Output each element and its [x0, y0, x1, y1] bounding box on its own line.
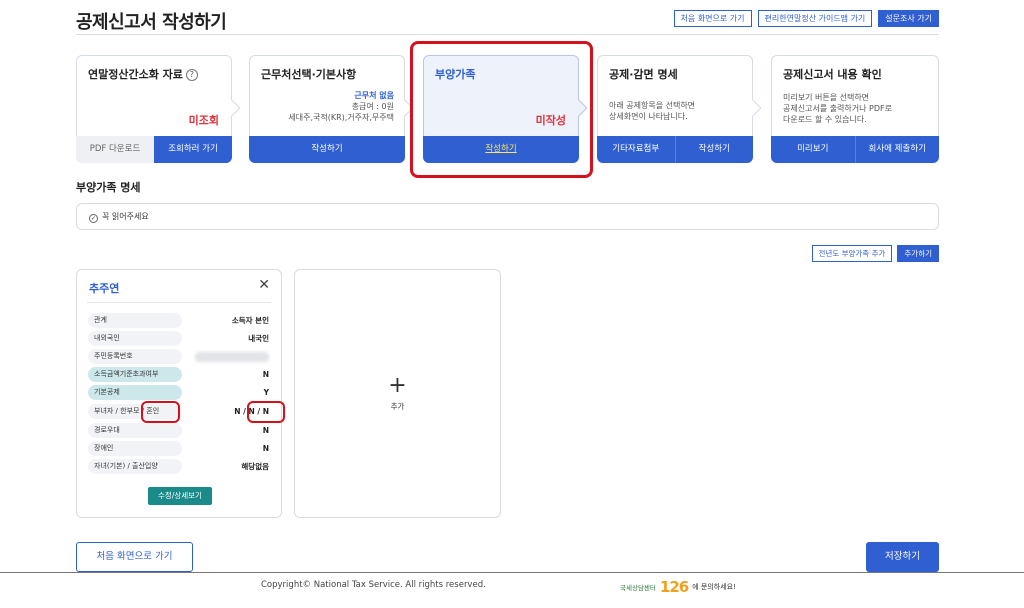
add-card-label: 추가 — [390, 402, 405, 411]
preview-button[interactable]: 미리보기 — [771, 136, 855, 163]
row-relation: 관계 소득자 본인 — [88, 313, 269, 328]
submit-to-company-button[interactable]: 회사에 제출하기 — [854, 136, 939, 163]
step-workplace-basics: 근무처선택·기본사항 근무처 없음 총급여 : 0원 세대주,국적(KR),거주… — [249, 55, 414, 163]
save-button[interactable]: 저장하기 — [866, 542, 939, 572]
dependents-step-highlight — [410, 41, 593, 178]
step-description: 아래 공제항목을 선택하면 상세화면이 나타납니다. — [609, 101, 696, 121]
dependent-card: 추주연 ✕ 관계 소득자 본인 내외국인 내국인 주민등록번호 소득금액기준초과… — [76, 269, 282, 518]
step-title: 공제신고서 내용 확인 — [783, 68, 882, 81]
step-title: 근무처선택·기본사항 — [261, 68, 357, 81]
add-dependent-button[interactable]: 추가하기 — [897, 245, 939, 262]
step-arrow — [223, 99, 241, 117]
notice-text: 꼭 읽어주세요 — [102, 212, 149, 221]
survey-button[interactable]: 설문조사 가기 — [878, 10, 939, 27]
row-basic-deduction: 기본공제 Y — [88, 385, 269, 400]
pdf-download-button[interactable]: PDF 다운로드 — [76, 136, 154, 163]
go-query-button[interactable]: 조회하러 가기 — [154, 136, 232, 163]
help-icon[interactable]: ? — [185, 69, 198, 81]
total-salary-text: 총급여 : 0원 — [351, 102, 394, 111]
page-title: 공제신고서 작성하기 — [76, 12, 227, 33]
top-button-group: 처음 화면으로 가기 편리한연말정산 가이드맵 가기 설문조사 가기 — [673, 10, 939, 27]
copyright-text: Copyright© National Tax Service. All rig… — [261, 580, 486, 590]
check-circle-icon: ✓ — [89, 214, 98, 223]
row-resident-number: 주민등록번호 — [88, 349, 269, 364]
step-title: 공제·감면 명세 — [609, 68, 678, 81]
call-center-logo: 국세상담센터 — [620, 584, 656, 592]
step-title: 연말정산간소화 자료? — [88, 66, 198, 82]
edit-detail-button[interactable]: 수정/상세보기 — [148, 487, 212, 505]
guide-map-button[interactable]: 편리한연말정산 가이드맵 가기 — [757, 10, 873, 27]
title-divider — [76, 34, 939, 35]
attach-other-button[interactable]: 기타자료첨부 — [597, 136, 675, 163]
step-review: 공제신고서 내용 확인 미리보기 버튼을 선택하면 공제신고서를 출력하거나 P… — [771, 55, 939, 163]
masked-value — [195, 352, 269, 362]
no-workplace-text: 근무처 없음 — [354, 91, 394, 100]
status-not-queried: 미조회 — [188, 114, 219, 127]
call-center-banner[interactable]: 국세상담센터 126 에 문의하세요! — [620, 578, 736, 596]
card-divider — [87, 302, 271, 303]
marriage-value-highlight — [247, 401, 285, 423]
write-workplace-button[interactable]: 작성하기 — [249, 136, 405, 163]
footer-divider — [0, 572, 1024, 573]
dependent-name: 추주연 — [89, 282, 120, 295]
step-simplified-data: 연말정산간소화 자료? 미조회 PDF 다운로드 조회하러 가기 — [76, 55, 241, 163]
row-disabled: 장애인 N — [88, 441, 269, 456]
close-icon[interactable]: ✕ — [258, 277, 270, 293]
call-center-text: 에 문의하세요! — [692, 583, 736, 591]
row-children: 자녀(기본) / 출산입양 해당없음 — [88, 459, 269, 474]
step-arrow — [744, 99, 762, 117]
call-center-number: 126 — [659, 578, 689, 596]
row-nationality: 내외국인 내국인 — [88, 331, 269, 346]
marriage-label-highlight — [141, 401, 180, 423]
dependent-actions: 전년도 부양가족 추가 추가하기 — [811, 245, 939, 262]
add-dependent-card[interactable]: + 추가 — [294, 269, 501, 518]
row-elderly: 경로우대 N — [88, 423, 269, 438]
workplace-summary: 근무처 없음 총급여 : 0원 세대주,국적(KR),거주자,무주택 — [288, 90, 394, 123]
section-title: 부양가족 명세 — [76, 181, 141, 194]
plus-icon: + — [388, 373, 407, 398]
step-description: 미리보기 버튼을 선택하면 공제신고서를 출력하거나 PDF로 다운로드 할 수… — [783, 93, 892, 124]
household-info-text: 세대주,국적(KR),거주자,무주택 — [288, 113, 394, 122]
step-deductions: 공제·감면 명세 아래 공제항목을 선택하면 상세화면이 나타납니다. 기타자료… — [597, 55, 762, 163]
add-prev-year-button[interactable]: 전년도 부양가족 추가 — [811, 245, 893, 262]
notice-bar[interactable]: ✓ 꼭 읽어주세요 — [76, 203, 939, 230]
write-deductions-button[interactable]: 작성하기 — [674, 136, 753, 163]
go-home-button[interactable]: 처음 화면으로 가기 — [76, 542, 193, 572]
row-income-exceed: 소득금액기준초과여부 N — [88, 367, 269, 382]
go-home-top-button[interactable]: 처음 화면으로 가기 — [673, 10, 752, 27]
